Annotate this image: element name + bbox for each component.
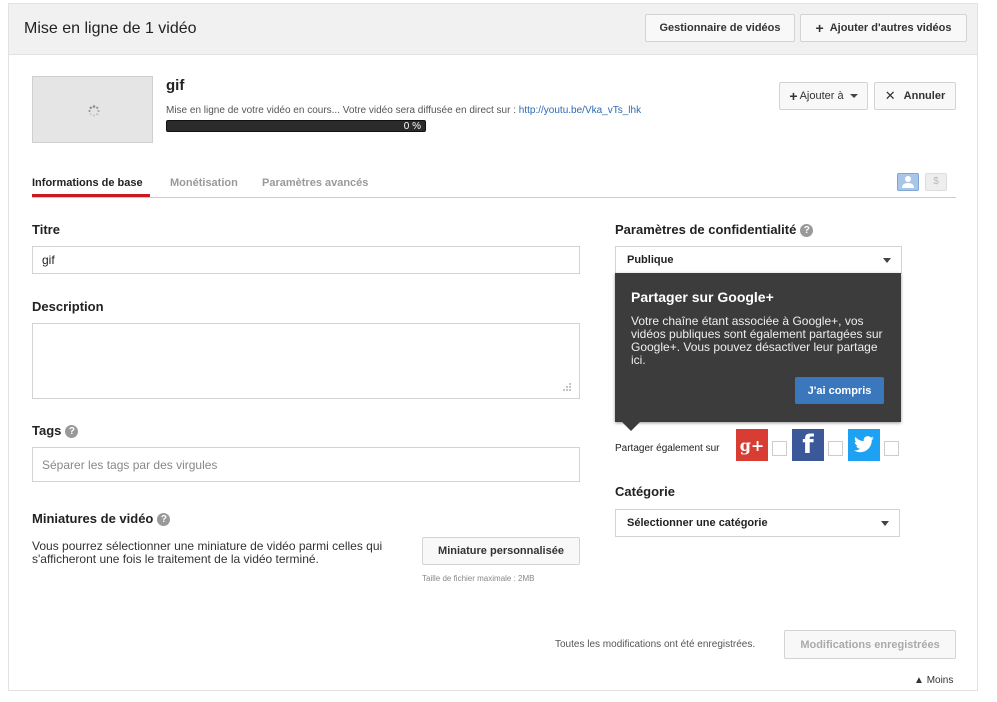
thumbnails-label: Miniatures de vidéo? xyxy=(32,511,171,526)
got-it-button[interactable]: J'ai compris xyxy=(795,377,884,404)
tab-monetization[interactable]: Monétisation xyxy=(170,177,238,189)
active-tab-underline xyxy=(32,194,150,197)
cancel-button[interactable]: ✕ Annuler xyxy=(874,82,956,110)
privacy-select[interactable]: Publique xyxy=(615,246,902,274)
money-icon[interactable]: $ xyxy=(925,173,947,191)
category-select[interactable]: Sélectionner une catégorie xyxy=(615,509,900,537)
page-title: Mise en ligne de 1 vidéo xyxy=(24,20,197,37)
chevron-down-icon xyxy=(881,521,889,526)
category-label: Catégorie xyxy=(615,484,675,499)
upload-progress-label: 0 % xyxy=(403,121,421,132)
google-plus-share-popover: Partager sur Google+ Votre chaîne étant … xyxy=(615,273,901,431)
tab-basic-info[interactable]: Informations de base xyxy=(32,177,143,189)
saved-status-text: Toutes les modifications ont été enregis… xyxy=(555,639,756,650)
google-plus-share-checkbox[interactable] xyxy=(772,441,787,456)
custom-thumbnail-button[interactable]: Miniature personnalisée xyxy=(422,537,580,565)
video-title: gif xyxy=(166,77,185,94)
add-more-videos-button[interactable]: + Ajouter d'autres vidéos xyxy=(800,14,967,42)
upload-status-text: Mise en ligne de votre vidéo en cours...… xyxy=(166,105,519,116)
tab-bar: Informations de base Monétisation Paramè… xyxy=(32,170,956,198)
loading-spinner-icon xyxy=(88,105,100,117)
close-icon: ✕ xyxy=(884,88,896,103)
video-manager-button[interactable]: Gestionnaire de vidéos xyxy=(645,14,795,42)
add-more-videos-label: Ajouter d'autres vidéos xyxy=(829,22,952,34)
plus-icon: + xyxy=(815,20,824,36)
privacy-selected-value: Publique xyxy=(627,254,674,266)
share-also-label: Partager également sur xyxy=(615,443,720,454)
audience-icon[interactable] xyxy=(897,173,919,191)
plus-icon: + xyxy=(789,88,798,104)
popover-title: Partager sur Google+ xyxy=(631,289,774,305)
video-thumbnail-placeholder xyxy=(32,76,153,143)
help-icon[interactable]: ? xyxy=(800,224,814,237)
upload-status: Mise en ligne de votre vidéo en cours...… xyxy=(166,105,641,116)
tab-advanced-settings[interactable]: Paramètres avancés xyxy=(262,177,368,189)
twitter-icon[interactable] xyxy=(848,429,880,461)
privacy-label: Paramètres de confidentialité? xyxy=(615,222,814,237)
chevron-down-icon xyxy=(883,258,891,263)
less-link-label: Moins xyxy=(926,675,954,686)
tags-label: Tags? xyxy=(32,423,79,438)
max-file-size-text: Taille de fichier maximale : 2MB xyxy=(422,574,535,583)
facebook-share-checkbox[interactable] xyxy=(828,441,843,456)
popover-body: Votre chaîne étant associée à Google+, v… xyxy=(631,314,883,367)
cancel-label: Annuler xyxy=(903,90,946,102)
google-plus-icon[interactable]: g+ xyxy=(736,429,768,461)
thumbnails-label-text: Miniatures de vidéo xyxy=(32,511,154,526)
tags-input[interactable]: Séparer les tags par des virgules xyxy=(32,447,580,482)
twitter-share-checkbox[interactable] xyxy=(884,441,899,456)
tags-label-text: Tags xyxy=(32,423,62,438)
description-label: Description xyxy=(32,299,104,314)
twitter-bird-icon xyxy=(854,436,874,453)
upload-panel: Mise en ligne de 1 vidéo Gestionnaire de… xyxy=(8,3,978,691)
privacy-label-text: Paramètres de confidentialité xyxy=(615,222,797,237)
thumbnails-info-text: Vous pourrez sélectionner une miniature … xyxy=(32,539,383,566)
popover-arrow xyxy=(622,422,640,431)
header-bar: Mise en ligne de 1 vidéo Gestionnaire de… xyxy=(9,4,977,55)
triangle-up-icon: ▲ xyxy=(914,675,924,686)
add-to-button[interactable]: + Ajouter à xyxy=(779,82,868,110)
description-field[interactable] xyxy=(32,323,580,399)
add-to-label: Ajouter à xyxy=(799,90,844,102)
help-icon[interactable]: ? xyxy=(65,425,79,438)
facebook-icon[interactable]: f xyxy=(792,429,824,461)
video-link[interactable]: http://youtu.be/Vka_vTs_lhk xyxy=(519,105,641,116)
title-label: Titre xyxy=(32,222,60,237)
caret-down-icon xyxy=(849,94,858,98)
title-field[interactable]: gif xyxy=(32,246,580,274)
less-toggle[interactable]: ▲ Moins xyxy=(914,675,953,686)
changes-saved-button[interactable]: Modifications enregistrées xyxy=(784,630,956,659)
category-selected-value: Sélectionner une catégorie xyxy=(627,517,768,529)
help-icon[interactable]: ? xyxy=(157,513,171,526)
upload-progress-bar: 0 % xyxy=(166,120,426,132)
person-icon xyxy=(902,176,914,188)
resize-grip-icon[interactable] xyxy=(562,382,572,392)
